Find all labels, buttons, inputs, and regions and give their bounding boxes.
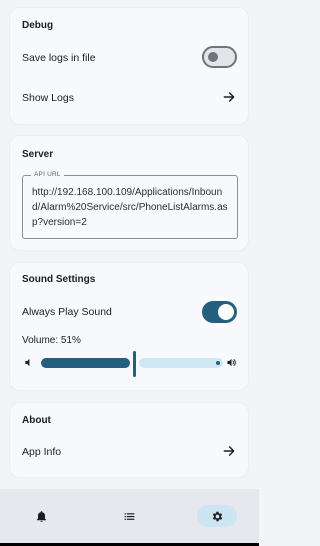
save-logs-label: Save logs in file	[22, 52, 96, 64]
sound-settings-card: Sound Settings Always Play Sound Volume:…	[10, 263, 248, 390]
volume-label: Volume: 51%	[22, 335, 81, 346]
nav-item-list[interactable]	[109, 505, 149, 527]
always-play-sound-label: Always Play Sound	[22, 306, 112, 318]
bell-icon	[36, 510, 46, 522]
api-url-field[interactable]: API URL http://192.168.100.109/Applicati…	[22, 171, 238, 239]
arrow-right-icon[interactable]	[222, 90, 236, 104]
volume-down-icon	[25, 358, 30, 367]
bottom-navigation	[0, 489, 259, 543]
always-play-sound-toggle[interactable]	[202, 301, 237, 323]
arrow-right-icon[interactable]	[222, 444, 236, 458]
volume-up-icon	[227, 358, 236, 367]
debug-card: Debug Save logs in file Show Logs	[10, 8, 248, 124]
volume-slider[interactable]	[41, 351, 223, 377]
debug-title: Debug	[22, 20, 54, 31]
volume-slider-end-dot	[216, 361, 220, 365]
server-title: Server	[22, 149, 54, 160]
app-info-row[interactable]: App Info	[22, 446, 61, 458]
show-logs-row[interactable]: Show Logs	[22, 92, 74, 104]
volume-slider-active-track	[41, 358, 130, 368]
save-logs-toggle[interactable]	[202, 46, 237, 68]
sound-settings-title: Sound Settings	[22, 274, 96, 285]
gear-icon	[212, 511, 222, 521]
list-icon	[124, 512, 134, 520]
about-card: About App Info	[10, 403, 248, 477]
toggle-knob	[208, 52, 218, 62]
nav-item-settings[interactable]	[197, 505, 237, 527]
settings-screen: Debug Save logs in file Show Logs Server…	[0, 0, 259, 546]
server-card: Server API URL http://192.168.100.109/Ap…	[10, 136, 248, 250]
about-title: About	[22, 415, 51, 426]
api-url-label: API URL	[31, 171, 64, 178]
toggle-knob	[218, 304, 234, 320]
api-url-value[interactable]: http://192.168.100.109/Applications/Inbo…	[32, 185, 230, 230]
volume-slider-thumb[interactable]	[133, 351, 136, 377]
volume-slider-inactive-track	[139, 358, 223, 368]
nav-item-alarms[interactable]	[21, 505, 61, 527]
